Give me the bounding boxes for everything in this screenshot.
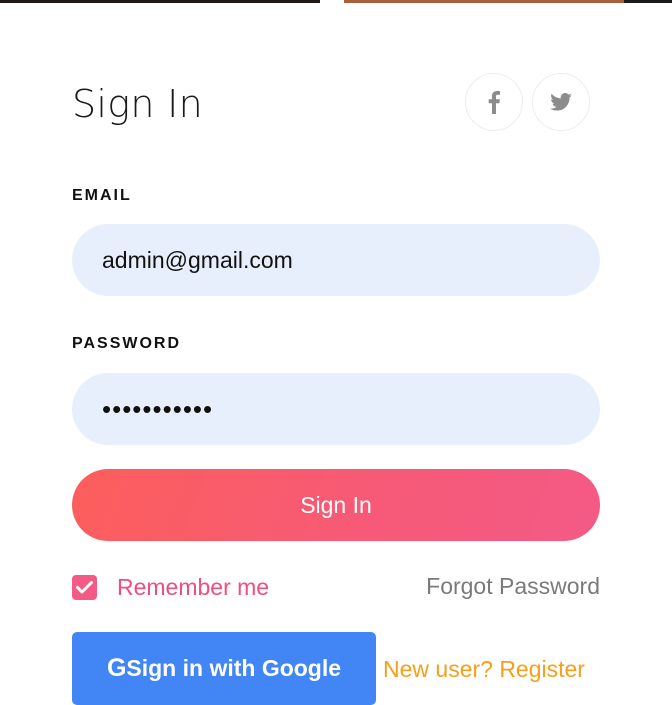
page-title: Sign In xyxy=(72,82,204,126)
forgot-password-link[interactable]: Forgot Password xyxy=(426,573,600,600)
checkbox-checked-icon[interactable] xyxy=(72,574,97,600)
strip-segment xyxy=(624,0,672,3)
email-label: EMAIL xyxy=(72,187,132,204)
twitter-button[interactable] xyxy=(532,73,590,131)
remember-me-label: Remember me xyxy=(117,573,270,600)
sign-in-card: Sign In EMAIL PASSWORD Sign In Remember … xyxy=(72,0,600,705)
remember-me-checkbox[interactable]: Remember me xyxy=(72,573,269,601)
google-g-icon: G xyxy=(106,654,127,682)
checkmark-icon xyxy=(76,580,93,593)
google-sign-in-label: Sign in with Google xyxy=(126,655,342,681)
facebook-button[interactable] xyxy=(465,73,523,131)
email-field[interactable] xyxy=(72,224,600,296)
register-link[interactable]: New user? Register xyxy=(383,656,585,683)
twitter-icon xyxy=(550,93,572,111)
password-field[interactable] xyxy=(72,373,600,445)
sign-in-button[interactable]: Sign In xyxy=(72,469,600,541)
password-label: PASSWORD xyxy=(72,335,182,352)
google-sign-in-button[interactable]: G Sign in with Google xyxy=(72,632,376,705)
facebook-icon xyxy=(488,91,500,114)
